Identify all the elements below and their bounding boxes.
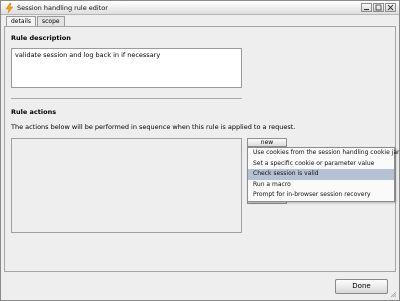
close-icon[interactable]	[385, 3, 396, 12]
maximize-icon[interactable]	[373, 3, 384, 12]
window-controls	[361, 3, 396, 12]
footer-bar: Done	[1, 273, 399, 300]
rule-description-heading: Rule description	[11, 34, 71, 42]
title-bar[interactable]: Session handling rule editor	[1, 1, 399, 15]
resize-grip-icon[interactable]	[390, 291, 397, 298]
session-rule-editor-window: Session handling rule editor details sco…	[0, 0, 400, 301]
menu-item-use-cookies[interactable]: Use cookies from the session handling co…	[248, 148, 400, 159]
rule-actions-list[interactable]	[11, 138, 242, 233]
rule-description-textarea[interactable]: validate session and log back in if nece…	[11, 48, 242, 88]
new-button[interactable]: new	[247, 138, 287, 147]
done-button[interactable]: Done	[335, 279, 388, 294]
menu-item-run-macro[interactable]: Run a macro	[248, 180, 394, 191]
app-lightning-icon	[5, 3, 14, 13]
new-action-menu: Use cookies from the session handling co…	[247, 147, 400, 202]
tab-scope[interactable]: scope	[37, 16, 65, 26]
menu-item-check-session[interactable]: Check session is valid	[248, 169, 394, 180]
menu-item-set-cookie[interactable]: Set a specific cookie or parameter value	[248, 159, 394, 170]
rule-actions-heading: Rule actions	[11, 108, 57, 116]
minimize-icon[interactable]	[361, 3, 372, 12]
rule-actions-info: The actions below will be performed in s…	[11, 123, 296, 131]
window-title: Session handling rule editor	[17, 4, 108, 12]
details-panel: Rule description validate session and lo…	[4, 26, 400, 272]
section-divider	[11, 98, 242, 99]
menu-item-prompt-recovery[interactable]: Prompt for in-browser session recovery	[248, 190, 394, 201]
tab-strip: details scope	[6, 16, 66, 27]
